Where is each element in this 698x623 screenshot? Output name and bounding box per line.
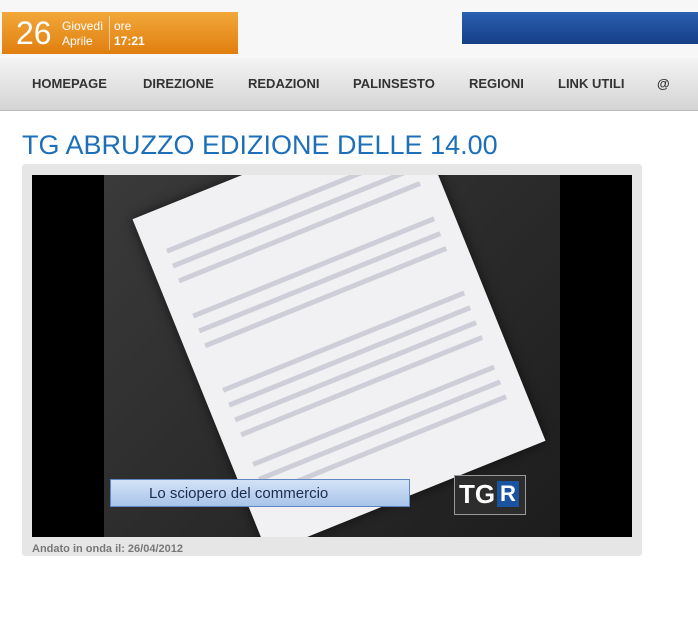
logo-r-text: R — [497, 481, 519, 507]
day-name: Giovedì — [62, 19, 104, 33]
tgr-logo: TG R — [454, 475, 526, 515]
date-divider — [109, 16, 110, 50]
nav-item-link-utili[interactable]: LINK UTILI — [558, 76, 624, 91]
page-title: TG ABRUZZO EDIZIONE DELLE 14.00 — [22, 130, 498, 160]
date-box: 26 Giovedì Aprile ore 17:21 — [2, 12, 238, 54]
aired-date: Andato in onda il: 26/04/2012 — [32, 543, 183, 555]
brand-banner-logo[interactable] — [462, 12, 698, 44]
nav-item-redazioni[interactable]: REDAZIONI — [248, 76, 320, 91]
time-label: ore — [114, 19, 132, 33]
month-name: Aprile — [62, 34, 93, 48]
nav-item-homepage[interactable]: HOMEPAGE — [32, 76, 107, 91]
nav-item-regioni[interactable]: REGIONI — [469, 76, 524, 91]
time-value: 17:21 — [114, 34, 145, 48]
main-nav: HOMEPAGE DIREZIONE REDAZIONI PALINSESTO … — [0, 58, 698, 111]
nav-item-direzione[interactable]: DIREZIONE — [143, 76, 214, 91]
logo-tg-text: TG — [459, 479, 496, 509]
video-player[interactable]: Lo sciopero del commercio TG R — [32, 175, 632, 537]
nav-item-email[interactable]: @ — [657, 76, 670, 91]
nav-item-palinsesto[interactable]: PALINSESTO — [353, 76, 435, 91]
top-banner: 26 Giovedì Aprile ore 17:21 — [0, 0, 698, 58]
day-number: 26 — [16, 15, 52, 51]
video-caption: Lo sciopero del commercio — [110, 479, 410, 507]
